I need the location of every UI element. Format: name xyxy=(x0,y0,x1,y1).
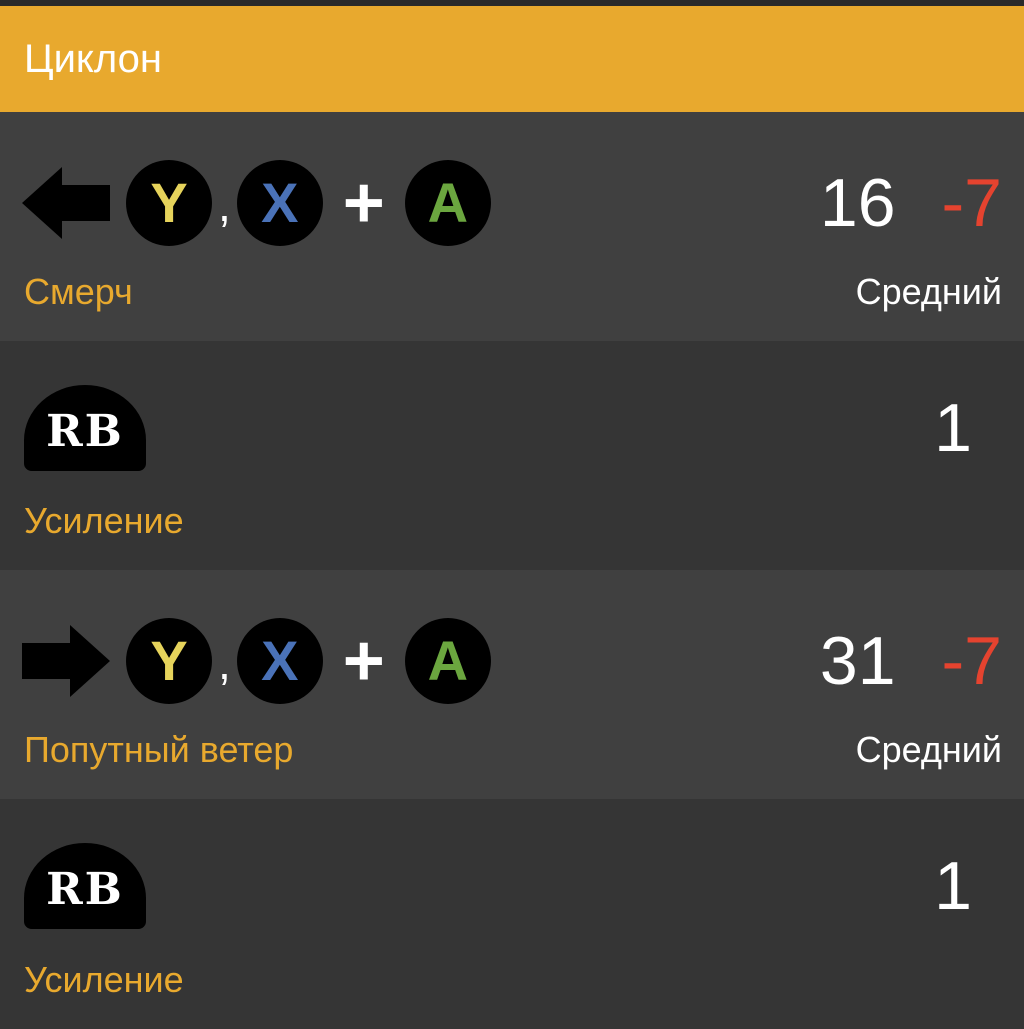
arrow-left-icon xyxy=(22,167,110,239)
rb-button-icon: RB xyxy=(24,843,146,929)
move-row[interactable]: RB 1 Усиление xyxy=(0,799,1024,1029)
rb-button-icon: RB xyxy=(24,385,146,471)
damage-value: 16 xyxy=(819,165,896,241)
separator: , xyxy=(218,179,231,231)
y-button-icon: Y xyxy=(126,160,212,246)
arrow-right-icon xyxy=(22,625,110,697)
y-button-icon: Y xyxy=(126,618,212,704)
a-button-icon: A xyxy=(404,618,491,704)
advantage-value: -7 xyxy=(941,623,1002,699)
plus-sign: + xyxy=(342,621,385,701)
x-button-icon: X xyxy=(236,160,323,246)
move-name: Усиление xyxy=(24,959,184,1000)
x-button-icon: X xyxy=(236,618,323,704)
damage-value: 31 xyxy=(819,623,896,699)
a-button-icon: A xyxy=(404,160,491,246)
page-title: Циклон xyxy=(24,36,163,81)
header-bar: Циклон xyxy=(0,6,1024,112)
separator: , xyxy=(218,637,231,689)
move-value: 1 xyxy=(934,848,972,924)
frame-stats: 31 -7 xyxy=(820,618,1002,704)
plus-sign: + xyxy=(342,163,385,243)
move-name: Попутный ветер xyxy=(24,729,294,770)
move-row[interactable]: Y , X + A 16 -7 Смерч Средний xyxy=(0,112,1024,341)
input-sequence: Y , X + A xyxy=(22,618,491,704)
advantage-value: -7 xyxy=(941,165,1002,241)
move-row[interactable]: RB 1 Усиление xyxy=(0,341,1024,570)
hit-level: Средний xyxy=(855,729,1002,770)
move-row[interactable]: Y , X + A 31 -7 Попутный ветер Средний xyxy=(0,570,1024,799)
move-value: 1 xyxy=(934,390,972,466)
hit-level: Средний xyxy=(855,271,1002,312)
move-name: Усиление xyxy=(24,500,184,541)
frame-stats: 16 -7 xyxy=(820,160,1002,246)
input-sequence: Y , X + A xyxy=(22,160,491,246)
move-name: Смерч xyxy=(24,271,133,312)
